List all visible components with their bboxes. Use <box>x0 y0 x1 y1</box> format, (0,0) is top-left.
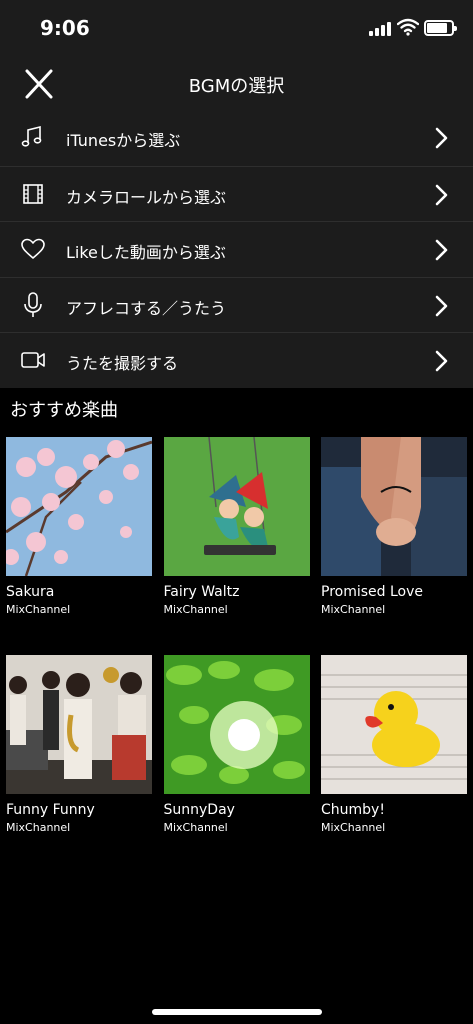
chevron-right-icon <box>435 295 448 317</box>
source-menu: iTunesから選ぶ カメラロールから選ぶ Likeした動画から選ぶ アフレコす… <box>0 110 473 388</box>
song-thumbnail <box>321 655 467 794</box>
song-thumbnail <box>6 655 152 794</box>
song-artist: MixChannel <box>6 821 71 834</box>
section-title: おすすめ楽曲 <box>10 400 118 421</box>
song-title: SunnyDay <box>163 802 235 818</box>
song-tile-promised-love[interactable]: Promised Love MixChannel <box>321 437 467 616</box>
song-artist: MixChannel <box>321 821 386 834</box>
song-thumbnail <box>321 437 467 576</box>
song-title: Funny Funny <box>6 802 95 818</box>
heart-icon <box>21 238 45 259</box>
chevron-right-icon <box>435 351 448 372</box>
navigation-bar: BGMの選択 <box>0 56 473 110</box>
status-time: 9:06 <box>40 16 90 40</box>
cellular-signal-icon <box>369 22 391 36</box>
menu-item-camera-roll[interactable]: カメラロールから選ぶ <box>0 165 473 222</box>
song-title: Chumby! <box>321 802 385 818</box>
menu-item-shoot-song[interactable]: うたを撮影する <box>0 332 473 388</box>
video-camera-icon <box>21 352 45 369</box>
music-note-icon <box>21 125 42 147</box>
song-tile-funny-funny[interactable]: Funny Funny MixChannel <box>6 655 152 834</box>
menu-item-liked-videos[interactable]: Likeした動画から選ぶ <box>0 221 473 277</box>
film-icon <box>23 183 43 204</box>
menu-item-label: Likeした動画から選ぶ <box>66 243 226 263</box>
battery-icon <box>424 20 457 36</box>
page-title: BGMの選択 <box>188 76 285 97</box>
microphone-icon <box>24 291 42 317</box>
wifi-icon <box>397 18 419 36</box>
menu-item-label: うたを撮影する <box>66 354 179 374</box>
song-artist: MixChannel <box>321 603 386 616</box>
song-tile-fairy-waltz[interactable]: Fairy Waltz MixChannel <box>163 437 310 616</box>
song-title: Fairy Waltz <box>163 584 240 600</box>
song-thumbnail <box>163 655 310 794</box>
song-tile-sunnyday[interactable]: SunnyDay MixChannel <box>163 655 310 834</box>
menu-item-record-voice[interactable]: アフレコする／うたう <box>0 276 473 333</box>
song-artist: MixChannel <box>6 603 71 616</box>
song-thumbnail <box>163 437 310 576</box>
song-title: Sakura <box>6 584 55 600</box>
song-tile-chumby[interactable]: Chumby! MixChannel <box>321 655 467 834</box>
chevron-right-icon <box>435 127 448 149</box>
chevron-right-icon <box>435 184 448 205</box>
menu-item-itunes[interactable]: iTunesから選ぶ <box>0 110 473 166</box>
home-indicator[interactable] <box>152 1009 322 1015</box>
song-title: Promised Love <box>321 584 423 600</box>
status-bar: 9:06 <box>0 0 473 56</box>
menu-item-label: カメラロールから選ぶ <box>66 187 227 207</box>
song-tile-sakura[interactable]: Sakura MixChannel <box>6 437 152 616</box>
song-artist: MixChannel <box>163 603 228 616</box>
menu-item-label: アフレコする／うたう <box>66 298 227 318</box>
song-artist: MixChannel <box>163 821 228 834</box>
song-thumbnail <box>6 437 152 576</box>
chevron-right-icon <box>435 239 448 261</box>
menu-item-label: iTunesから選ぶ <box>66 131 181 150</box>
